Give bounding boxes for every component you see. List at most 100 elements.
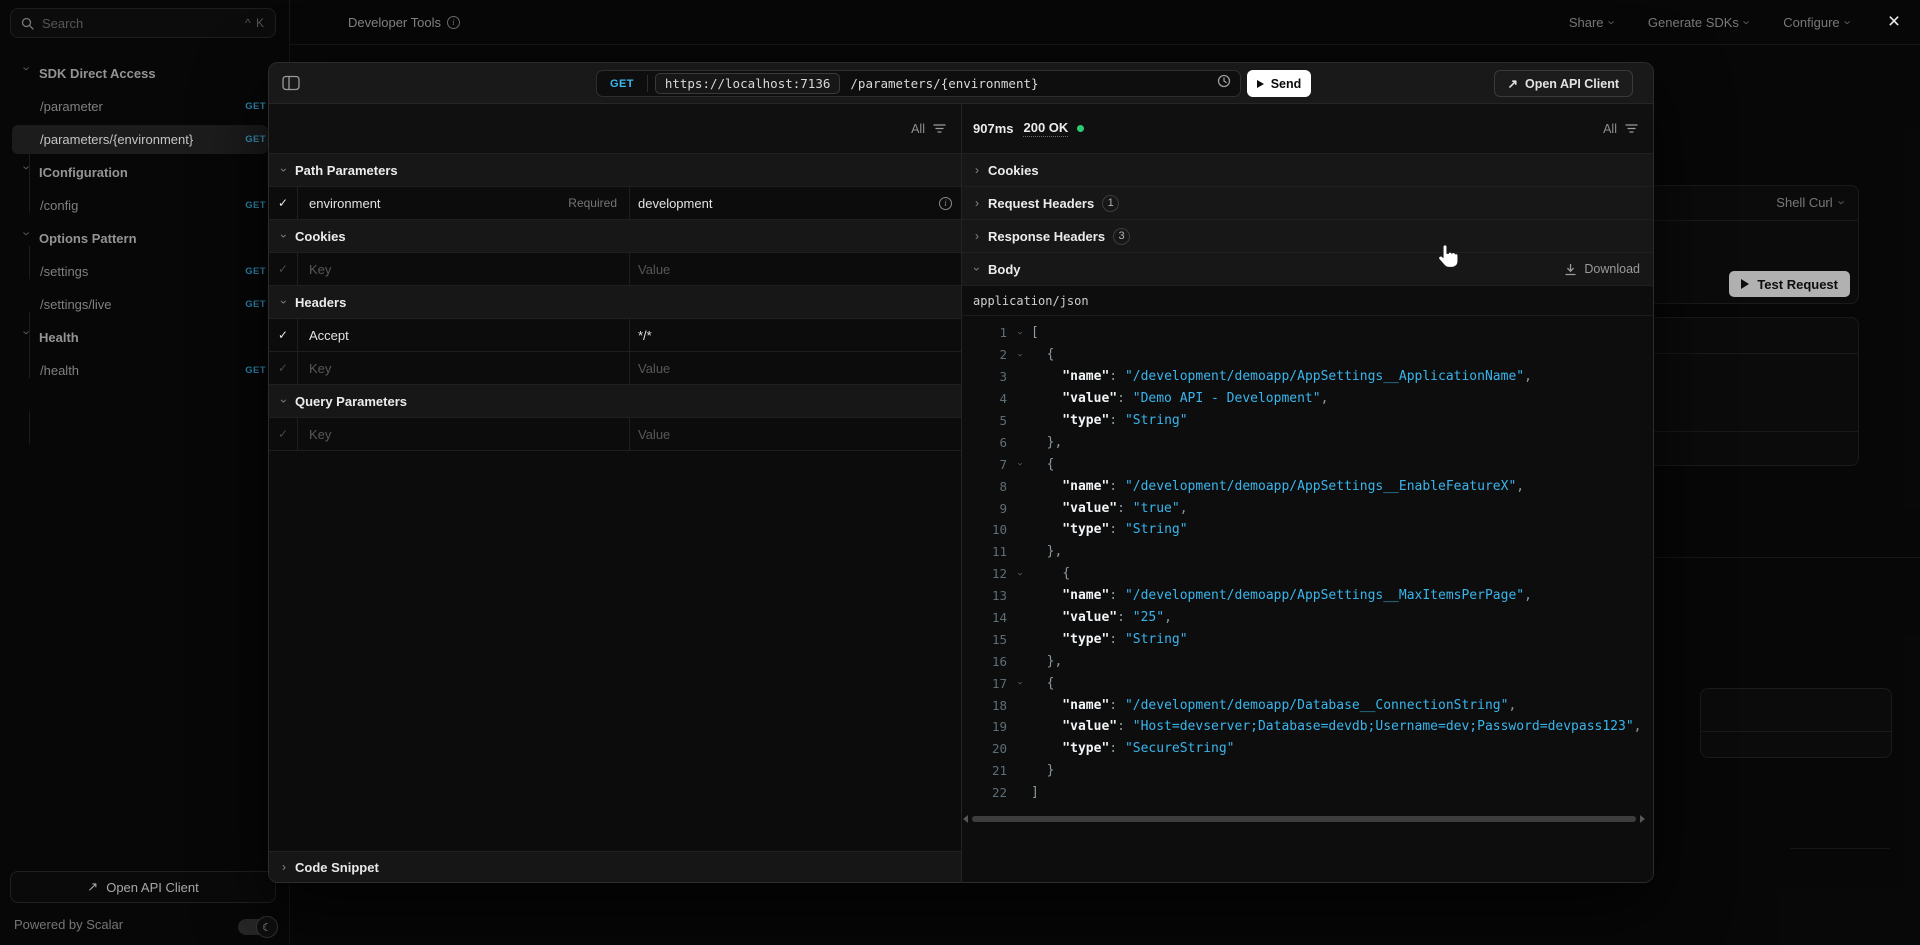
row-checkbox[interactable]: ✓	[269, 187, 298, 219]
code-token: "true"	[1133, 501, 1180, 516]
horizontal-scrollbar[interactable]	[963, 813, 1645, 825]
close-icon[interactable]: ×	[1882, 10, 1906, 34]
query-key-input[interactable]: Key	[298, 418, 630, 450]
header-value-input[interactable]: Value	[630, 352, 961, 384]
row-checkbox[interactable]: ✓	[269, 352, 298, 384]
code-line: 3 "name": "/development/demoapp/AppSetti…	[962, 366, 1653, 388]
row-checkbox[interactable]: ✓	[269, 319, 298, 351]
play-icon	[1257, 80, 1264, 88]
download-button[interactable]: Download	[1564, 262, 1640, 276]
base-url-field[interactable]: https://localhost:7136	[655, 73, 841, 94]
line-number: 17	[962, 676, 1007, 691]
line-number: 14	[962, 610, 1007, 625]
code-token: "name"	[1031, 588, 1109, 603]
code-token: "type"	[1031, 741, 1109, 756]
line-number: 11	[962, 544, 1007, 559]
info-icon[interactable]: i	[939, 197, 952, 210]
filter-icon	[1625, 123, 1638, 134]
code-token: }	[1031, 763, 1054, 778]
code-line: 1 › [	[962, 322, 1653, 344]
request-filter[interactable]: All	[911, 122, 946, 136]
history-icon[interactable]	[1217, 74, 1231, 93]
header-value-cell[interactable]: */*	[630, 319, 961, 351]
code-token: "name"	[1031, 479, 1109, 494]
fold-chevron-icon[interactable]: ›	[1014, 322, 1024, 344]
code-token: ,	[1516, 479, 1524, 494]
check-icon: ✓	[269, 262, 297, 276]
fold-chevron-icon[interactable]: ›	[1014, 453, 1024, 475]
header-key-input[interactable]: Key	[298, 352, 630, 384]
line-number: 1	[962, 325, 1007, 340]
chevron-right-icon: ›	[975, 197, 979, 209]
code-token: "type"	[1031, 522, 1109, 537]
param-value-cell[interactable]: development i	[630, 187, 961, 219]
send-button[interactable]: Send	[1247, 70, 1311, 97]
fold-chevron-icon[interactable]: ›	[1014, 672, 1024, 694]
section-body[interactable]: › Body Download	[962, 253, 1653, 286]
code-line: 8 "name": "/development/demoapp/AppSetti…	[962, 475, 1653, 497]
code-token: :	[1117, 391, 1133, 406]
code-token: :	[1109, 369, 1125, 384]
path-field[interactable]: /parameters/{environment}	[850, 76, 1038, 91]
fold-chevron-icon[interactable]: ›	[1014, 563, 1024, 585]
download-icon	[1564, 263, 1577, 276]
line-number: 6	[962, 435, 1007, 450]
section-code-snippet[interactable]: › Code Snippet	[269, 851, 961, 882]
code-token: ,	[1180, 501, 1188, 516]
count-badge: 1	[1102, 195, 1119, 212]
sidebar-toggle-icon[interactable]	[282, 75, 300, 96]
header-row-accept: ✓ Accept */*	[269, 319, 961, 352]
code-token: "/development/demoapp/AppSettings__Appli…	[1125, 369, 1524, 384]
code-line: 7› {	[962, 453, 1653, 475]
code-token: [	[1031, 325, 1039, 340]
section-headers[interactable]: › Headers	[269, 286, 961, 319]
code-token: "value"	[1031, 719, 1117, 734]
line-number: 7	[962, 457, 1007, 472]
chevron-right-icon: ›	[975, 230, 979, 242]
code-line: 21 }	[962, 760, 1653, 782]
fold-chevron-icon[interactable]: ›	[1014, 344, 1024, 366]
open-api-client-button[interactable]: ↗ Open API Client	[1494, 70, 1633, 97]
check-icon: ✓	[269, 427, 297, 441]
code-token: "String"	[1125, 413, 1188, 428]
code-token: ,	[1524, 588, 1532, 603]
code-token: :	[1109, 522, 1125, 537]
cookie-value-input[interactable]: Value	[630, 253, 961, 285]
code-token: "type"	[1031, 413, 1109, 428]
code-token: "/development/demoapp/Database__Connecti…	[1125, 698, 1509, 713]
code-token: "SecureString"	[1125, 741, 1235, 756]
count-badge: 3	[1113, 228, 1130, 245]
code-token: ,	[1634, 719, 1642, 734]
address-bar[interactable]: GET https://localhost:7136 /parameters/{…	[596, 70, 1241, 97]
external-link-icon: ↗	[1508, 76, 1518, 91]
param-key-cell[interactable]: environment Required	[298, 187, 630, 219]
scroll-left-arrow[interactable]	[963, 815, 968, 823]
line-number: 21	[962, 763, 1007, 778]
row-checkbox[interactable]: ✓	[269, 253, 298, 285]
line-number: 2	[962, 347, 1007, 362]
code-token: :	[1117, 501, 1133, 516]
status-badge[interactable]: 200 OK	[1023, 120, 1068, 137]
check-icon: ✓	[269, 361, 297, 375]
response-filter[interactable]: All	[1603, 122, 1638, 136]
section-response-cookies[interactable]: › Cookies	[962, 154, 1653, 187]
code-token: "name"	[1031, 369, 1109, 384]
section-query-parameters[interactable]: › Query Parameters	[269, 385, 961, 418]
scroll-right-arrow[interactable]	[1640, 815, 1645, 823]
section-response-headers[interactable]: › Response Headers 3	[962, 220, 1653, 253]
code-token: },	[1031, 654, 1062, 669]
section-cookies[interactable]: › Cookies	[269, 220, 961, 253]
cookie-key-input[interactable]: Key	[298, 253, 630, 285]
section-request-headers[interactable]: › Request Headers 1	[962, 187, 1653, 220]
code-token: :	[1117, 610, 1133, 625]
scrollbar-thumb[interactable]	[972, 816, 1636, 822]
row-checkbox[interactable]: ✓	[269, 418, 298, 450]
code-token: :	[1117, 719, 1133, 734]
header-key-cell[interactable]: Accept	[298, 319, 630, 351]
code-token: "String"	[1125, 522, 1188, 537]
line-number: 8	[962, 479, 1007, 494]
code-token: "value"	[1031, 610, 1117, 625]
section-path-parameters[interactable]: › Path Parameters	[269, 154, 961, 187]
check-icon: ✓	[269, 328, 297, 342]
query-value-input[interactable]: Value	[630, 418, 961, 450]
